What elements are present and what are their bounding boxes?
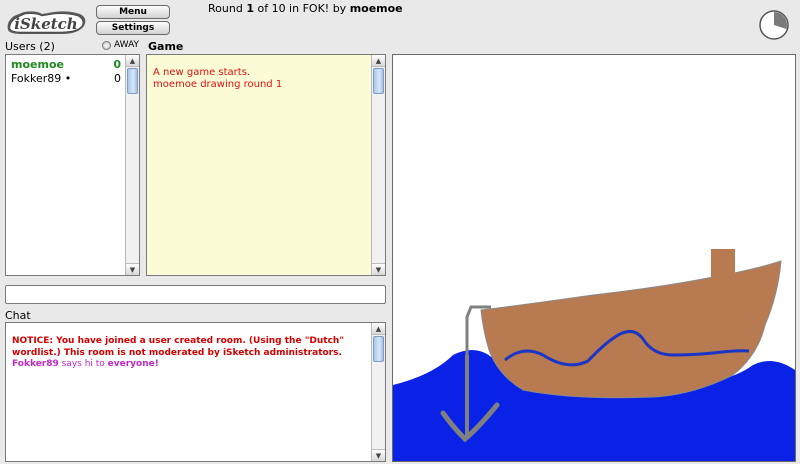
user-score: 0 xyxy=(114,72,121,85)
scroll-down-icon[interactable]: ▼ xyxy=(372,263,385,275)
round-timer-icon xyxy=(758,9,790,41)
chat-notice: NOTICE: You have joined a user created r… xyxy=(12,336,345,358)
user-score: 0 xyxy=(113,58,121,71)
sketch-drawing xyxy=(393,249,795,461)
chat-message: Fokker89 says hi to everyone! xyxy=(12,359,159,369)
drawing-canvas[interactable] xyxy=(392,54,796,462)
away-radio-icon[interactable] xyxy=(102,40,111,50)
scroll-thumb[interactable] xyxy=(373,68,384,94)
round-prefix: Round xyxy=(208,2,247,15)
chat-scrollbar[interactable]: ▲ ▼ xyxy=(371,323,385,461)
chat-log: NOTICE: You have joined a user created r… xyxy=(5,322,386,462)
log-line: moemoe drawing round 1 xyxy=(153,79,283,90)
user-name: moemoe xyxy=(11,58,64,71)
users-scrollbar[interactable]: ▲ ▼ xyxy=(125,55,139,275)
away-toggle[interactable]: AWAY xyxy=(102,40,139,50)
scroll-up-icon[interactable]: ▲ xyxy=(372,55,385,67)
scroll-down-icon[interactable]: ▼ xyxy=(126,263,139,275)
isketch-logo: iSketch xyxy=(2,2,90,38)
game-log: A new game starts. moemoe drawing round … xyxy=(146,54,386,276)
game-scrollbar[interactable]: ▲ ▼ xyxy=(371,55,385,275)
boat-chimney xyxy=(711,249,735,285)
scroll-down-icon[interactable]: ▼ xyxy=(372,449,385,461)
users-list: moemoe 0 Fokker89 • 0 ▲ ▼ xyxy=(5,54,140,276)
chat-message-target: everyone! xyxy=(107,359,159,369)
menu-button[interactable]: Menu xyxy=(96,5,170,19)
round-drawer: moemoe xyxy=(349,2,403,15)
user-name: Fokker89 • xyxy=(11,72,72,85)
scroll-up-icon[interactable]: ▲ xyxy=(372,323,385,335)
scroll-up-icon[interactable]: ▲ xyxy=(126,55,139,67)
game-header: Game xyxy=(148,40,184,53)
chat-header: Chat xyxy=(5,309,31,322)
round-status: Round 1 of 10 in FOK! by moemoe xyxy=(208,2,403,15)
scroll-thumb[interactable] xyxy=(373,336,384,362)
chat-input[interactable] xyxy=(5,285,386,304)
scroll-thumb[interactable] xyxy=(127,68,138,94)
round-middle: of 10 in FOK! by xyxy=(253,2,350,15)
log-line: A new game starts. xyxy=(153,67,251,78)
users-header: Users (2) xyxy=(5,40,55,53)
chat-message-user[interactable]: Fokker89 xyxy=(12,359,59,369)
settings-button[interactable]: Settings xyxy=(96,21,170,35)
chat-message-text: says hi to xyxy=(58,359,108,369)
round-current: 1 xyxy=(246,2,254,15)
user-row[interactable]: Fokker89 • 0 xyxy=(11,72,123,86)
away-label: AWAY xyxy=(114,40,140,50)
user-row[interactable]: moemoe 0 xyxy=(11,58,123,72)
logo-text: iSketch xyxy=(14,15,77,33)
logo-graphic: iSketch xyxy=(7,11,86,35)
